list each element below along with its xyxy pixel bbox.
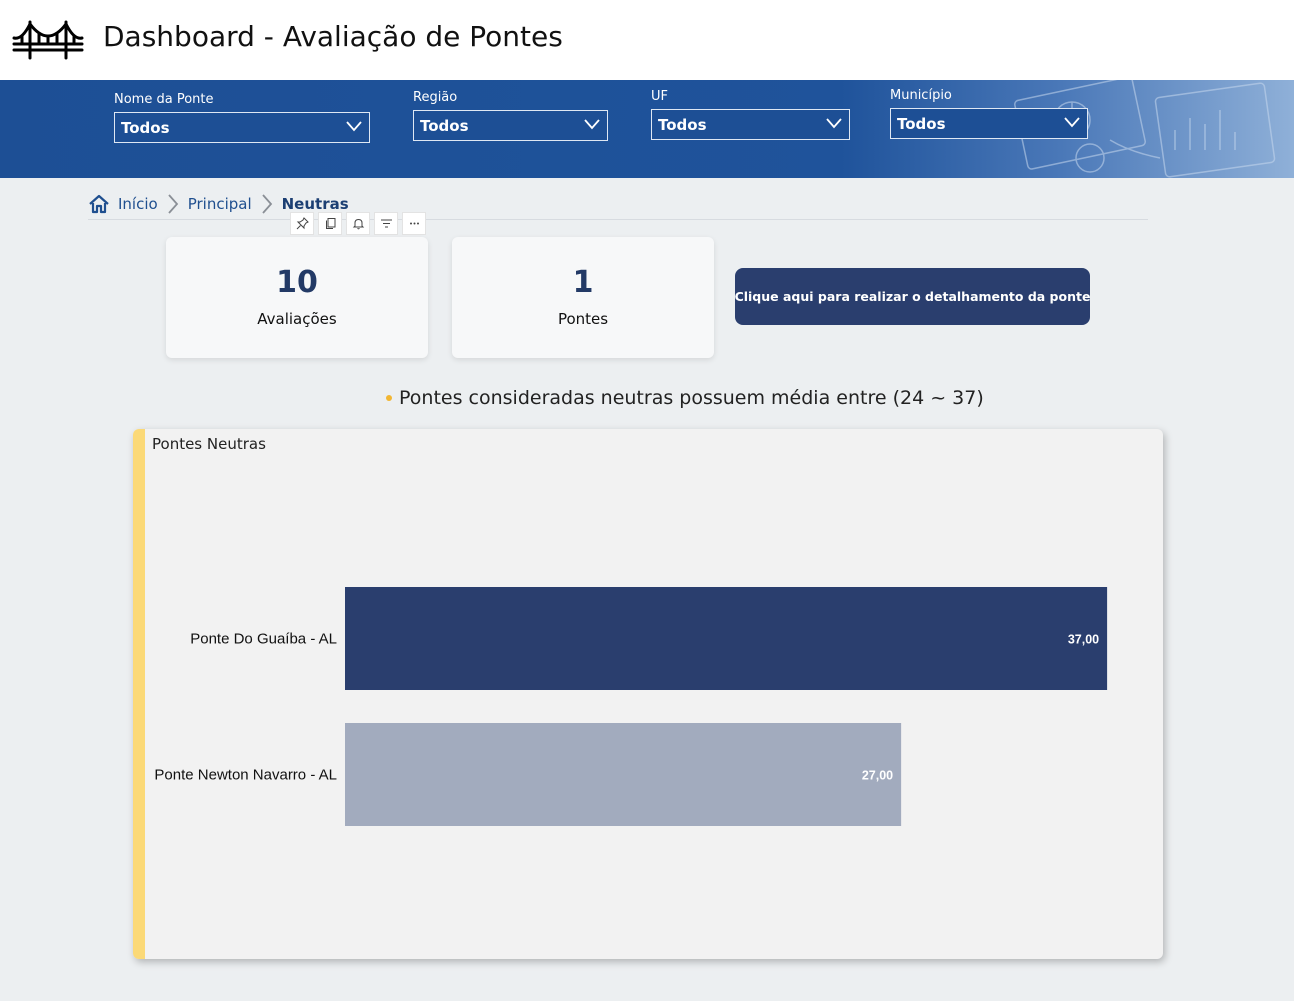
bullet-icon	[386, 395, 392, 401]
kpi-card-avaliacoes: 10 Avaliações	[166, 237, 428, 358]
breadcrumb-current: Neutras	[281, 195, 349, 213]
bridge-icon	[12, 20, 84, 60]
data-label: 27,00	[862, 769, 893, 783]
uf-dropdown[interactable]: Todos	[651, 109, 850, 140]
filter-municipio: Município Todos	[890, 88, 1088, 139]
breadcrumb-inicio-link[interactable]: Início	[118, 195, 158, 213]
chevron-right-icon	[168, 194, 178, 214]
filter-visual-button[interactable]	[374, 212, 398, 235]
more-icon	[409, 222, 419, 225]
home-icon[interactable]	[88, 194, 110, 214]
dropdown-value: Todos	[658, 116, 707, 134]
chevron-right-icon	[261, 194, 272, 214]
alert-visual-button[interactable]	[346, 212, 370, 235]
kpi-value: 1	[572, 265, 594, 300]
filter-label: Município	[890, 88, 952, 103]
breadcrumb-principal-link[interactable]: Principal	[188, 195, 252, 213]
filter-label: UF	[651, 89, 668, 104]
category-label: Ponte Newton Navarro - AL	[154, 767, 337, 784]
bar-1[interactable]	[345, 723, 902, 826]
more-options-button[interactable]	[402, 212, 426, 235]
filter-icon	[380, 219, 392, 228]
visual-toolbar	[290, 212, 426, 235]
category-label: Ponte Do Guaíba - AL	[190, 631, 337, 648]
chevron-down-icon	[584, 119, 600, 130]
pin-icon	[296, 217, 309, 230]
chevron-down-icon	[346, 121, 362, 132]
data-label: 37,00	[1068, 633, 1099, 647]
breadcrumb-divider	[88, 219, 1148, 220]
bar-chart: Ponte Do Guaíba - AL 37,00 Ponte Newton Na…	[154, 587, 1108, 826]
dropdown-value: Todos	[420, 117, 469, 135]
nome-da-ponte-dropdown[interactable]: Todos	[114, 112, 370, 143]
dropdown-value: Todos	[897, 115, 946, 133]
chart-card: Pontes Neutras Ponte Do Guaíba - AL 37,00…	[133, 429, 1163, 959]
note-text: Pontes consideradas neutras possuem médi…	[399, 387, 984, 409]
chevron-down-icon	[1064, 117, 1080, 128]
filter-label: Nome da Ponte	[114, 92, 214, 107]
dropdown-value: Todos	[121, 119, 170, 137]
filter-nome-da-ponte: Nome da Ponte Todos	[114, 92, 370, 143]
top-header: Dashboard - Avaliação de Pontes	[0, 0, 1294, 80]
filter-uf: UF Todos	[651, 89, 850, 140]
filter-regiao: Região Todos	[413, 90, 608, 141]
regiao-dropdown[interactable]: Todos	[413, 110, 608, 141]
pin-visual-button[interactable]	[290, 212, 314, 235]
kpi-label: Avaliações	[257, 310, 337, 328]
copy-visual-button[interactable]	[318, 212, 342, 235]
neutral-range-note: Pontes consideradas neutras possuem médi…	[386, 387, 984, 409]
copy-icon	[325, 218, 335, 229]
filter-label: Região	[413, 90, 458, 105]
filter-bar: Nome da Ponte Todos Região Todos UF Todo…	[0, 80, 1294, 178]
bar-0[interactable]	[345, 587, 1108, 690]
bell-icon	[352, 218, 364, 230]
municipio-dropdown[interactable]: Todos	[890, 108, 1088, 139]
chevron-down-icon	[826, 118, 842, 129]
page-title: Dashboard - Avaliação de Pontes	[103, 20, 563, 53]
kpi-card-pontes: 1 Pontes	[452, 237, 714, 358]
kpi-value: 10	[276, 265, 318, 300]
kpi-label: Pontes	[557, 310, 609, 328]
detail-bridge-button[interactable]: Clique aqui para realizar o detalhamento…	[735, 268, 1090, 325]
